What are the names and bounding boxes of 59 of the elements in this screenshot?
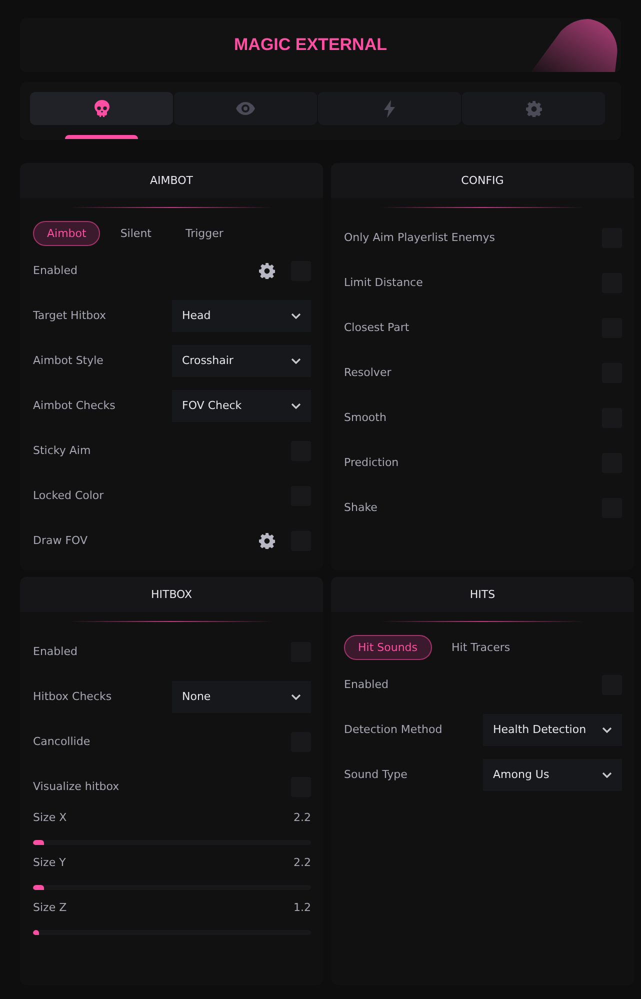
option-label: Smooth (344, 411, 386, 424)
chevron-down-icon (602, 772, 612, 778)
slider-value: 1.2 (294, 901, 311, 914)
lightning-bolt-icon (384, 100, 395, 118)
option-label: Aimbot Checks (33, 399, 116, 412)
nav-tab[interactable] (30, 92, 173, 125)
chevron-down-icon (291, 694, 301, 700)
sub-tab[interactable]: Hit Tracers (438, 635, 524, 660)
dropdown[interactable]: Head (172, 300, 311, 332)
option-label: Cancollide (33, 735, 90, 748)
option-label: Only Aim Playerlist Enemys (344, 231, 496, 244)
option-label: Hitbox Checks (33, 690, 112, 703)
option-label: Shake (344, 501, 378, 514)
option-label: Aimbot Style (33, 354, 104, 367)
panel-title: AIMBOT (20, 163, 323, 198)
skull-icon (94, 100, 110, 117)
option-label: Enabled (344, 678, 388, 691)
slider-value: 2.2 (294, 811, 311, 824)
option-label: Target Hitbox (33, 309, 106, 322)
chevron-down-icon (291, 358, 301, 364)
dropdown[interactable]: Crosshair (172, 344, 311, 376)
option-label: Visualize hitbox (33, 780, 120, 793)
option-label: Sticky Aim (33, 444, 91, 457)
option-label: Resolver (344, 366, 392, 379)
slider-track[interactable] (33, 840, 311, 845)
eye-icon (236, 102, 255, 115)
panel-title: CONFIG (331, 163, 634, 198)
option-label: Sound Type (344, 768, 408, 781)
option-label: Closest Part (344, 321, 410, 334)
settings-icon[interactable] (259, 262, 275, 278)
settings-icon (526, 100, 542, 116)
chevron-down-icon (602, 726, 612, 732)
option-label: Enabled (33, 264, 78, 277)
panel-title: HITS (331, 577, 634, 612)
option-label: Detection Method (344, 723, 442, 736)
dropdown[interactable]: FOV Check (172, 390, 311, 422)
sub-tab[interactable]: Hit Sounds (344, 635, 432, 660)
option-label: Size Z (33, 901, 67, 914)
option-label: Size X (33, 811, 67, 824)
option-label: Prediction (344, 456, 399, 469)
chevron-down-icon (291, 312, 301, 318)
sub-tab[interactable]: Aimbot (33, 221, 100, 246)
chevron-down-icon (291, 402, 301, 408)
dropdown[interactable]: Health Detection (483, 714, 622, 746)
sub-tab[interactable]: Trigger (171, 221, 238, 246)
slider-track[interactable] (33, 930, 311, 935)
option-label: Enabled (33, 645, 78, 658)
sub-tab[interactable]: Silent (106, 221, 166, 246)
dropdown[interactable]: None (172, 680, 311, 712)
panel-title: HITBOX (20, 577, 323, 612)
app-title: MAGIC EXTERNAL (234, 35, 387, 55)
option-label: Limit Distance (344, 276, 423, 289)
settings-icon[interactable] (259, 532, 275, 548)
slider-value: 2.2 (294, 856, 311, 869)
option-label: Draw FOV (33, 534, 88, 547)
option-label: Size Y (33, 856, 66, 869)
slider-track[interactable] (33, 885, 311, 890)
option-label: Locked Color (33, 489, 104, 502)
dropdown[interactable]: Among Us (483, 758, 622, 790)
